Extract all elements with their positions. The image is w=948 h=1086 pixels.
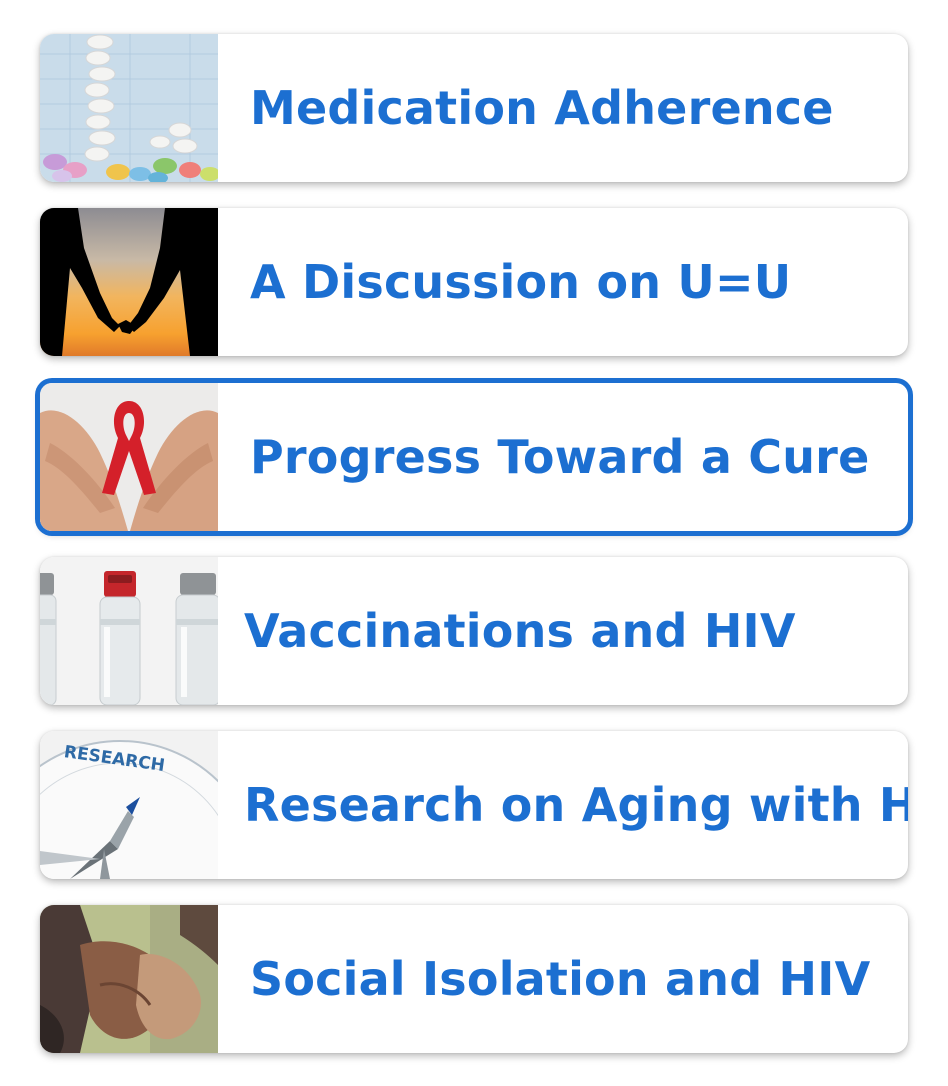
pills-image <box>40 34 218 182</box>
topic-card-progress-toward-cure[interactable]: Progress Toward a Cure <box>40 383 908 531</box>
red-ribbon-hands-image <box>40 383 218 531</box>
topic-card-research-aging[interactable]: RESEARCH Research on Aging with HIV <box>40 731 908 879</box>
topic-card-vaccinations[interactable]: Vaccinations and HIV <box>40 557 908 705</box>
topic-title: Medication Adherence <box>250 81 834 135</box>
topic-title: A Discussion on U=U <box>250 255 792 309</box>
topic-card-u-equals-u[interactable]: A Discussion on U=U <box>40 208 908 356</box>
topic-title: Vaccinations and HIV <box>244 604 796 658</box>
research-compass-image: RESEARCH <box>40 731 218 879</box>
topic-card-medication-adherence[interactable]: Medication Adherence <box>40 34 908 182</box>
topic-title: Progress Toward a Cure <box>250 430 870 484</box>
holding-hands-image <box>40 905 218 1053</box>
vaccine-vials-image <box>40 557 218 705</box>
topic-title: Research on Aging with HIV <box>244 778 908 832</box>
couple-silhouette-image <box>40 208 218 356</box>
topic-card-social-isolation[interactable]: Social Isolation and HIV <box>40 905 908 1053</box>
topic-title: Social Isolation and HIV <box>250 952 871 1006</box>
